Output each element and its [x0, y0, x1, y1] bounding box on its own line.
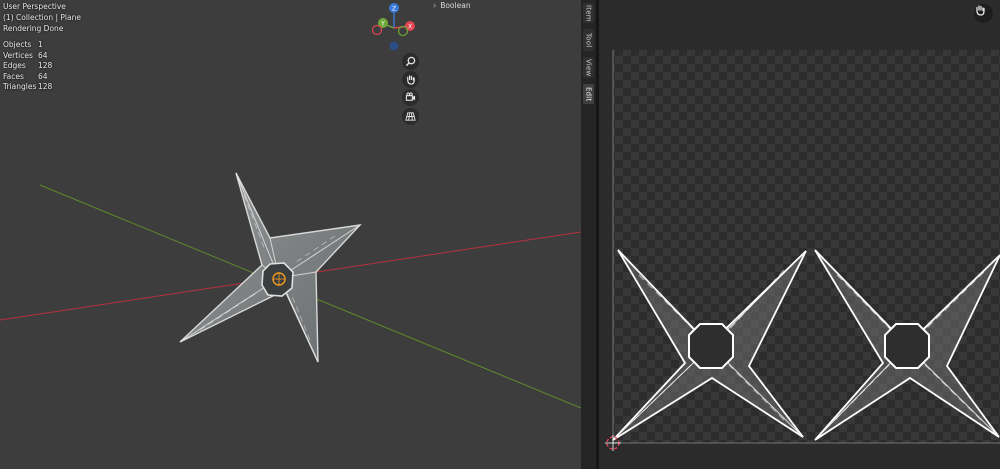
stat-label: Objects	[3, 40, 32, 49]
gizmo-z-label: Z	[392, 6, 396, 13]
navigation-gizmo: Z X Y	[371, 3, 415, 51]
camera-view-button[interactable]	[402, 89, 419, 106]
3d-viewport[interactable]: Z X Y User Perspective (1) Collection | …	[0, 0, 581, 469]
stat-label: Vertices	[3, 50, 33, 60]
tab-label: View	[584, 58, 593, 77]
pan-button[interactable]	[402, 71, 419, 88]
tab-edit[interactable]: Edit	[583, 84, 594, 104]
stat-value: 128	[38, 61, 53, 70]
tab-view[interactable]: View	[583, 57, 594, 78]
gizmo-neg-x-icon	[371, 24, 383, 36]
hand-icon	[407, 75, 415, 85]
gizmo-neg-z-icon	[389, 41, 399, 51]
modifier-name: Boolean	[440, 1, 471, 10]
blender-window: Z X Y User Perspective (1) Collection | …	[0, 0, 1000, 469]
tab-label: Tool	[584, 32, 593, 48]
render-status: Rendering Done	[3, 24, 64, 33]
zoom-icon	[405, 56, 416, 67]
tab-label: Edit	[584, 86, 593, 102]
modifier-panel-header[interactable]: › Boolean	[433, 0, 471, 12]
gizmo-neg-y-icon	[397, 25, 409, 37]
uv-canvas	[599, 0, 1000, 469]
stat-value: 64	[38, 71, 48, 81]
stat-value: 1	[38, 40, 43, 49]
stat-row: Objects 1	[3, 40, 52, 51]
stat-value: 128	[38, 82, 53, 91]
stat-label: Edges	[3, 61, 26, 70]
sidebar-tabs: Item Tool View Edit	[581, 0, 596, 469]
tab-label: Item	[584, 4, 593, 22]
gizmo-x-label: X	[408, 24, 412, 31]
gizmo-y-label: Y	[380, 21, 385, 28]
perspective-label: User Perspective	[3, 2, 66, 11]
ortho-toggle-button[interactable]	[402, 108, 419, 125]
shuriken-mesh	[179, 172, 362, 363]
zoom-button[interactable]	[402, 53, 419, 70]
stat-row: Vertices 64	[3, 51, 52, 62]
grid-icon	[405, 112, 416, 121]
tab-item[interactable]: Item	[583, 3, 594, 23]
stat-value: 64	[38, 50, 48, 60]
stat-row: Triangles 128	[3, 82, 52, 93]
chevron-right-icon: ›	[433, 1, 437, 10]
camera-icon	[405, 92, 416, 101]
hand-icon	[976, 5, 985, 16]
stat-label: Triangles	[3, 82, 37, 91]
stat-row: Edges 128	[3, 61, 52, 72]
uv-editor[interactable]	[599, 0, 1000, 469]
tab-tool[interactable]: Tool	[583, 29, 594, 51]
scene-statistics: Objects 1 Vertices 64 Edges 128 Faces 64 Tri…	[3, 40, 52, 93]
viewport-scene: Z X Y	[0, 3, 581, 409]
uv-pan-button[interactable]	[974, 4, 993, 23]
stat-label: Faces	[3, 71, 24, 81]
stat-row: Faces 64	[3, 72, 52, 83]
collection-label: (1) Collection | Plane	[3, 13, 81, 22]
